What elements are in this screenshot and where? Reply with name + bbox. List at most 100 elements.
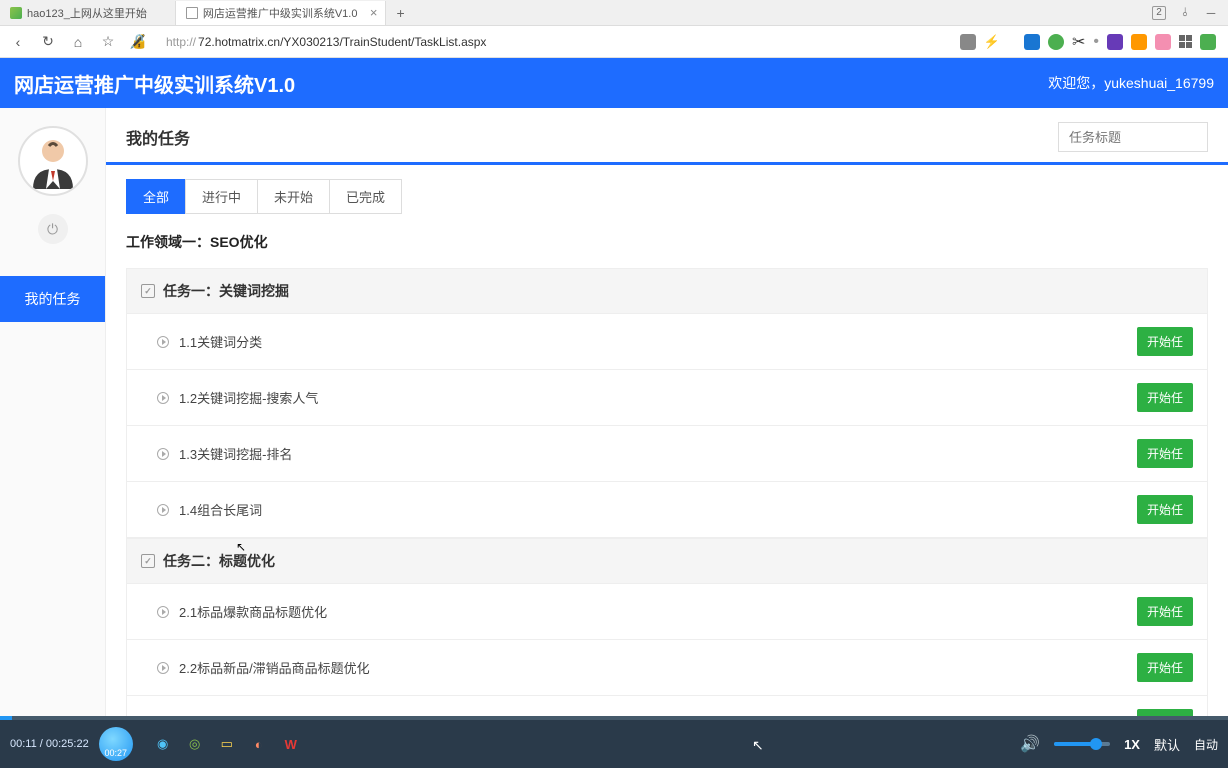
reload-button[interactable]: ↻: [38, 32, 58, 52]
edge-icon[interactable]: ◉: [153, 734, 173, 754]
play-icon: [157, 606, 169, 618]
divider: [106, 162, 1228, 165]
page-header: 我的任务: [106, 108, 1228, 162]
ext-icon-blue[interactable]: [1024, 34, 1040, 50]
tab-all[interactable]: 全部: [126, 179, 186, 214]
favorite-button[interactable]: ☆: [98, 32, 118, 52]
start-button[interactable]: 开始任: [1137, 653, 1193, 682]
task-label: 1.3关键词挖掘-排名: [179, 444, 292, 463]
scissors-icon[interactable]: ✂: [1072, 32, 1085, 52]
start-button[interactable]: 开始任: [1137, 327, 1193, 356]
play-icon: [157, 448, 169, 460]
task-group-header[interactable]: ✓ 任务二：标题优化: [126, 538, 1208, 584]
app-icon-1[interactable]: ◐: [249, 734, 269, 754]
ext-icon-1[interactable]: [960, 34, 976, 50]
tab-in-progress[interactable]: 进行中: [185, 179, 258, 214]
task-row: 1.1关键词分类 开始任: [126, 314, 1208, 370]
avatar[interactable]: [18, 126, 88, 196]
site-info-icon[interactable]: 🔏: [128, 32, 148, 52]
tab-title: hao123_上网从这里开始: [27, 5, 147, 21]
app-title: 网店运营推广中级实训系统V1.0: [14, 69, 295, 98]
domain-title: 工作领域一：SEO优化: [106, 232, 1228, 268]
sidebar-item-tasks[interactable]: 我的任务: [0, 276, 105, 322]
browser-tab-active[interactable]: 网店运营推广中级实训系统V1.0 ×: [176, 1, 387, 25]
url-text: 72.hotmatrix.cn/YX030213/TrainStudent/Ta…: [198, 35, 486, 49]
page-title: 我的任务: [126, 125, 190, 149]
url-scheme: http://: [166, 35, 196, 49]
task-label: 1.2关键词挖掘-搜索人气: [179, 388, 318, 407]
task-label: 1.1关键词分类: [179, 332, 262, 351]
extension-icons: ⚡ ✂ •: [960, 32, 1220, 52]
browser-tab-hao123[interactable]: hao123_上网从这里开始: [0, 1, 176, 25]
tab-not-started[interactable]: 未开始: [257, 179, 330, 214]
bubble-time: 00:27: [104, 748, 127, 758]
search-box: [1058, 122, 1208, 152]
browser-tab-strip: hao123_上网从这里开始 网店运营推广中级实训系统V1.0 × + 2 ⫰ …: [0, 0, 1228, 26]
volume-icon[interactable]: 🔊: [1020, 734, 1040, 754]
ext-icon-orange[interactable]: [1131, 34, 1147, 50]
browser-icon[interactable]: ◎: [185, 734, 205, 754]
start-button[interactable]: 开始任: [1137, 495, 1193, 524]
task-group-1: ✓ 任务一：关键词挖掘 1.1关键词分类 开始任 1.2关键词挖掘-搜索人气 开…: [126, 268, 1208, 538]
url-input[interactable]: http:// 72.hotmatrix.cn/YX030213/TrainSt…: [158, 30, 950, 54]
task-row: 2.3非标品爆款商品标题优化 开始任: [126, 696, 1208, 716]
play-bubble-button[interactable]: 00:27: [99, 727, 133, 761]
checkbox-icon: ✓: [141, 554, 155, 568]
tab-completed[interactable]: 已完成: [329, 179, 402, 214]
search-input[interactable]: [1058, 122, 1208, 152]
play-icon: [157, 504, 169, 516]
tab-title: 网店运营推广中级实训系统V1.0: [203, 5, 358, 21]
ext-icon-flash[interactable]: ⚡: [984, 34, 1000, 50]
side-nav: 我的任务: [0, 276, 105, 322]
power-button[interactable]: ⏻: [38, 214, 68, 244]
player-controls: 00:11 / 00:25:22 00:27 ◉ ◎ ▭ ◐ W 🔊 1X 默认…: [0, 720, 1228, 768]
start-button[interactable]: 开始任: [1137, 383, 1193, 412]
filter-tabs: 全部 进行中 未开始 已完成: [106, 179, 1228, 232]
start-button[interactable]: 开始任: [1137, 709, 1193, 716]
start-button[interactable]: 开始任: [1137, 439, 1193, 468]
folder-icon[interactable]: ▭: [217, 734, 237, 754]
app-icon-2[interactable]: W: [281, 734, 301, 754]
start-button[interactable]: 开始任: [1137, 597, 1193, 626]
play-icon: [157, 662, 169, 674]
ext-icon-pink[interactable]: [1155, 34, 1171, 50]
welcome-text: 欢迎您，yukeshuai_16799: [1048, 73, 1214, 93]
back-button[interactable]: ‹: [8, 32, 28, 52]
task-group-2: ✓ 任务二：标题优化 2.1标品爆款商品标题优化 开始任 2.2标品新品/滞销品…: [126, 538, 1208, 716]
quality-button[interactable]: 默认: [1154, 735, 1180, 754]
task-label: 2.2标品新品/滞销品商品标题优化: [179, 658, 370, 677]
task-group-header[interactable]: ✓ 任务一：关键词挖掘: [126, 268, 1208, 314]
minimize-icon[interactable]: ─: [1204, 6, 1218, 20]
browser-window-controls: 2 ⫰ ─: [1152, 6, 1228, 20]
main-layout: ⏻ 我的任务 我的任务 全部 进行中 未开始 已完成 工作领域一：SEO优化 ✓…: [0, 108, 1228, 716]
close-icon[interactable]: ×: [370, 5, 378, 20]
progress-fill: [0, 716, 12, 720]
taskbar-icons: ◉ ◎ ▭ ◐ W: [153, 734, 301, 754]
checkbox-icon: ✓: [141, 284, 155, 298]
auto-button[interactable]: 自动: [1194, 736, 1218, 753]
play-icon: [157, 392, 169, 404]
new-tab-button[interactable]: +: [386, 5, 414, 21]
document-icon: [186, 7, 198, 19]
volume-thumb[interactable]: [1090, 738, 1102, 750]
task-row: 2.2标品新品/滞销品商品标题优化 开始任: [126, 640, 1208, 696]
ext-icon-green2[interactable]: [1200, 34, 1216, 50]
volume-slider[interactable]: [1054, 742, 1110, 746]
player-right: 🔊 1X 默认 自动: [1020, 734, 1218, 754]
task-row: 1.4组合长尾词 开始任: [126, 482, 1208, 538]
hao123-icon: [10, 7, 22, 19]
task-row: 2.1标品爆款商品标题优化 开始任: [126, 584, 1208, 640]
content-area: 我的任务 全部 进行中 未开始 已完成 工作领域一：SEO优化 ✓ 任务一：关键…: [106, 108, 1228, 716]
extensions-icon[interactable]: ⫰: [1178, 6, 1192, 20]
apps-grid-icon[interactable]: [1179, 35, 1192, 48]
task-group-title: 任务一：关键词挖掘: [163, 281, 289, 301]
task-row: 1.3关键词挖掘-排名 开始任: [126, 426, 1208, 482]
video-player-bar: 00:11 / 00:25:22 00:27 ◉ ◎ ▭ ◐ W 🔊 1X 默认…: [0, 716, 1228, 768]
tab-counter[interactable]: 2: [1152, 6, 1166, 20]
ext-icon-green[interactable]: [1048, 34, 1064, 50]
speed-button[interactable]: 1X: [1124, 737, 1140, 752]
task-label: 1.4组合长尾词: [179, 500, 262, 519]
ext-icon-purple[interactable]: [1107, 34, 1123, 50]
progress-bar[interactable]: [0, 716, 1228, 720]
home-button[interactable]: ⌂: [68, 32, 88, 52]
